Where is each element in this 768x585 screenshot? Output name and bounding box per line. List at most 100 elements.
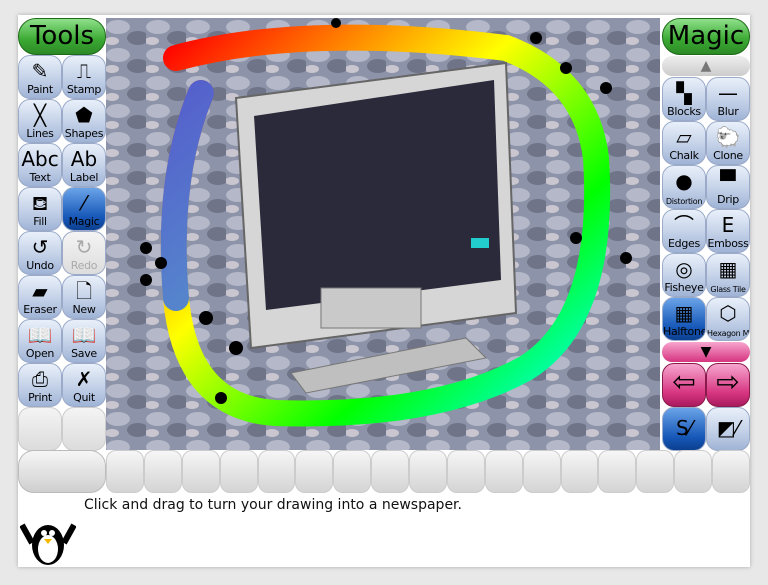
blur-icon: — [718,81,738,105]
empty-tool-slot [62,407,106,451]
tool-redo-button[interactable]: ↻ Redo [62,231,106,275]
tool-open-button[interactable]: 📖 Open [18,319,62,363]
color-swatch[interactable] [219,450,258,493]
tool-shapes-button[interactable]: ⬟ Shapes [62,99,106,143]
previous-button[interactable]: ⇦ [662,363,706,407]
magic-wand-paint-icon: S⁄ [675,416,693,440]
tool-stamp-button[interactable]: ⎍ Stamp [62,55,106,99]
save-icon: 📖 [71,323,97,347]
left-arrow-icon: ⇦ [672,365,696,398]
empty-tool-slot [18,407,62,451]
tool-new-button[interactable]: 🗋 New [62,275,106,319]
color-palette [18,450,750,493]
save-label: Save [71,347,97,360]
emboss-label: Emboss [707,237,749,250]
status-message: Click and drag to turn your drawing into… [84,497,462,513]
magic-label: Magic [68,215,100,228]
color-swatch[interactable] [257,450,296,493]
fisheye-label: Fisheye [664,281,704,294]
magic-hexagon-mosaic-button[interactable]: ⬡ Hexagon Mosaic [706,297,750,341]
halftone-icon: ▦ [674,301,694,325]
color-swatch[interactable] [409,450,447,493]
lines-icon: ╳ [33,103,47,127]
color-swatch[interactable] [712,450,750,493]
tool-quit-button[interactable]: ✗ Quit [62,363,106,407]
color-swatch[interactable] [560,450,599,493]
text-label: Text [29,171,51,184]
blocks-icon: ▚ [676,81,692,105]
tools-panel: Tools ✎ Paint ⎍ Stamp ╳ Lines ⬟ Shapes Abc Text Ab… [18,18,106,451]
new-label: New [72,303,96,316]
tool-undo-button[interactable]: ↺ Undo [18,231,62,275]
lines-label: Lines [26,127,54,140]
tool-label-button[interactable]: Ab Label [62,143,106,187]
tool-lines-button[interactable]: ╳ Lines [18,99,62,143]
color-swatch[interactable] [333,450,372,493]
scroll-up-button[interactable]: ▲ [662,56,750,76]
tool-text-button[interactable]: Abc Text [18,143,62,187]
magic-fisheye-button[interactable]: ◎ Fisheye [662,253,706,297]
shapes-label: Shapes [64,127,104,140]
tool-fill-button[interactable]: ⛾ Fill [18,187,62,231]
edges-label: Edges [668,237,700,250]
clone-icon: 🐑 [715,125,741,149]
drawing-canvas[interactable] [106,18,660,450]
color-swatch[interactable] [446,450,485,493]
magic-emboss-button[interactable]: E Emboss [706,209,750,253]
color-swatch[interactable] [522,450,561,493]
magic-chalk-button[interactable]: ▱ Chalk [662,121,706,165]
magic-halftone-button[interactable]: ▦ Halftone [662,297,706,341]
halftone-label: Halftone [663,325,706,338]
glass-tile-label: Glass Tile [710,285,746,294]
magic-glass-tile-button[interactable]: ▦ Glass Tile [706,253,750,297]
blocks-label: Blocks [667,105,701,118]
stamp-label: Stamp [66,83,102,96]
magic-edges-button[interactable]: ⌒ Edges [662,209,706,253]
color-swatch[interactable] [484,450,523,493]
emboss-icon: E [721,213,735,237]
tools-header: Tools [18,18,106,55]
clone-label: Clone [713,149,743,162]
new-icon: 🗋 [75,279,93,303]
magic-drip-button[interactable]: ▀ Drip [706,165,750,209]
paint-label: Paint [27,83,53,96]
color-swatch[interactable] [598,450,637,493]
tux-paint-window: Tools ✎ Paint ⎍ Stamp ╳ Lines ⬟ Shapes Abc Text Ab… [18,15,750,567]
fullscreen-mode-button[interactable]: ◩⁄ [706,407,750,451]
magic-distortion-button[interactable]: ● Distortion [662,165,706,209]
color-swatch[interactable] [636,450,675,493]
magic-icon: ⁄ [82,191,86,215]
tool-print-button[interactable]: ⎙ Print [18,363,62,407]
edges-icon: ⌒ [674,213,694,237]
magic-header: Magic [662,18,750,55]
magic-clone-button[interactable]: 🐑 Clone [706,121,750,165]
magic-wand-fullscreen-icon: ◩⁄ [716,416,740,440]
tool-save-button[interactable]: 📖 Save [62,319,106,363]
open-label: Open [25,347,55,360]
next-button[interactable]: ⇨ [706,363,750,407]
color-swatch[interactable] [106,450,144,493]
print-icon: ⎙ [32,367,48,391]
eraser-label: Eraser [23,303,57,316]
distortion-icon: ● [675,169,693,193]
color-swatch[interactable] [295,450,334,493]
hexagon-mosaic-icon: ⬡ [719,301,737,325]
tool-magic-button[interactable]: ⁄ Magic [62,187,106,231]
magic-blocks-button[interactable]: ▚ Blocks [662,77,706,121]
magic-blur-button[interactable]: — Blur [706,77,750,121]
color-swatch[interactable] [371,450,409,493]
color-swatch[interactable] [181,450,220,493]
scroll-down-button[interactable]: ▼ [662,342,750,362]
paint-mode-button[interactable]: S⁄ [662,407,706,451]
color-swatch[interactable] [674,450,712,493]
chalk-label: Chalk [669,149,699,162]
label-icon: Ab [70,147,98,171]
label-label: Label [69,171,99,184]
quit-label: Quit [73,391,95,404]
tool-eraser-button[interactable]: ▰ Eraser [18,275,62,319]
color-selector-large[interactable] [18,450,106,493]
hexagon-mosaic-label: Hexagon Mosaic [707,329,750,338]
tool-paint-button[interactable]: ✎ Paint [18,55,62,99]
color-swatch[interactable] [143,450,182,493]
undo-icon: ↺ [31,235,49,259]
